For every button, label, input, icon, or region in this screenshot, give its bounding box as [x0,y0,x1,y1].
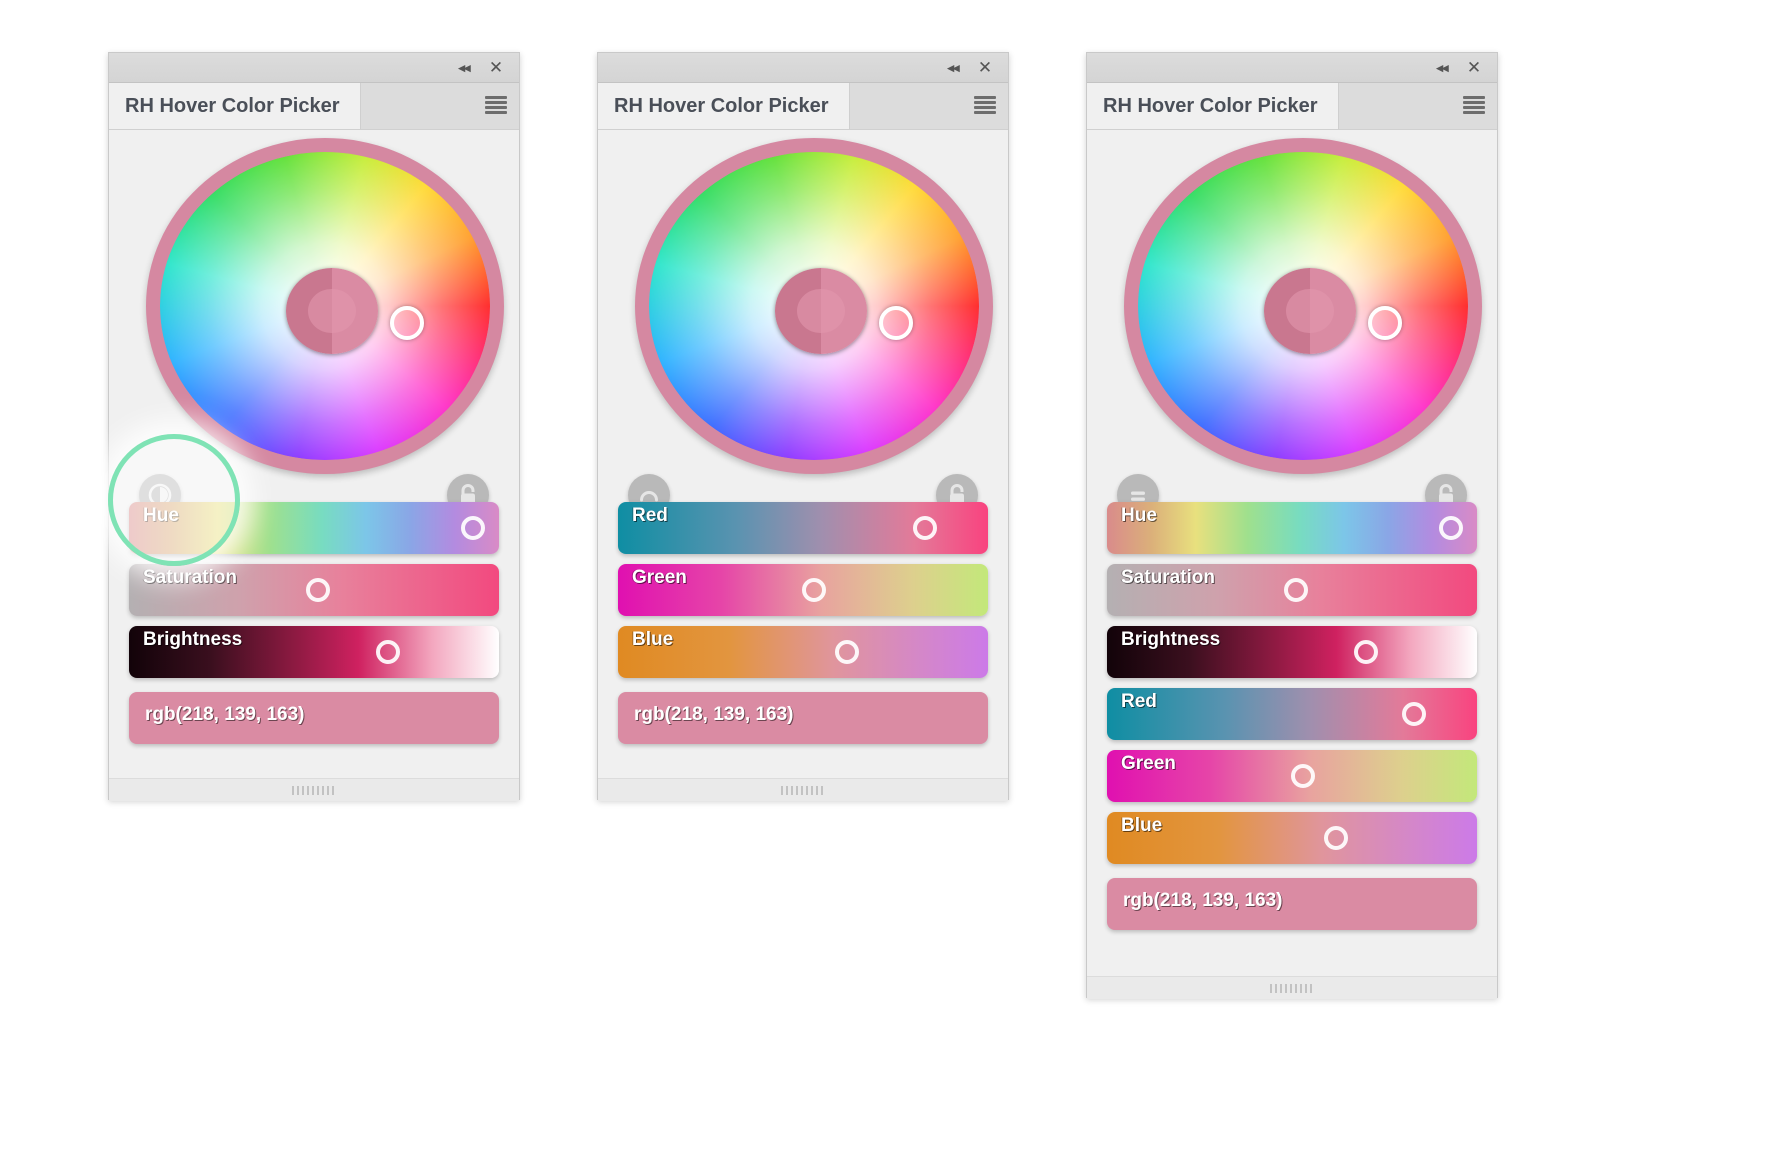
screenshot-stage: ◂◂ ✕ RH Hover Color Picker Saturation Br… [0,0,1778,1164]
panel-rgb-tabstrip: RH Hover Color Picker [598,83,1008,130]
panel-all[interactable]: ◂◂ ✕ RH Hover Color Picker Hue Saturatio… [1086,52,1498,999]
rgb-value-text: rgb(218, 139, 163) [1123,890,1283,911]
collapse-icon[interactable]: ◂◂ [938,53,968,82]
panel-menu-icon[interactable] [1463,96,1485,114]
slider-label: Green [1121,753,1176,774]
collapse-icon[interactable]: ◂◂ [449,53,479,82]
slider-red[interactable]: Red [1107,688,1477,740]
current-color-swatch[interactable] [775,268,867,354]
slider-label: Saturation [1121,567,1215,588]
swatch-inner-circle [308,288,356,334]
slider-knob[interactable] [1439,516,1464,540]
color-wheel-cursor[interactable] [879,306,913,340]
close-icon[interactable]: ✕ [481,53,511,82]
slider-label: Saturation [143,567,237,588]
rgb-value-field[interactable]: rgb(218, 139, 163) [1107,878,1477,930]
slider-knob[interactable] [1283,578,1308,602]
rgb-value-field[interactable]: rgb(218, 139, 163) [129,692,499,744]
color-wheel[interactable] [128,130,504,474]
slider-hue[interactable]: Hue [1107,502,1477,554]
color-wheel[interactable] [1106,130,1482,474]
slider-knob[interactable] [802,578,827,602]
tab-rh-hover-color-picker[interactable]: RH Hover Color Picker [1087,83,1339,129]
tab-rh-hover-color-picker[interactable]: RH Hover Color Picker [109,83,361,129]
swatch-inner-circle [1286,288,1334,334]
tab-label: RH Hover Color Picker [125,94,340,117]
color-wheel-cursor[interactable] [1368,306,1402,340]
resize-grip[interactable] [292,785,336,795]
slider-blue[interactable]: Blue [1107,812,1477,864]
panel-all-tabstrip: RH Hover Color Picker [1087,83,1497,130]
panel-all-titlebar[interactable]: ◂◂ ✕ [1087,53,1497,83]
slider-knob[interactable] [461,516,486,540]
slider-label: Red [632,505,668,526]
slider-label: Red [1121,691,1157,712]
slider-brightness[interactable]: Brightness [129,626,499,678]
slider-label: Blue [1121,815,1163,836]
color-wheel[interactable] [617,130,993,474]
resize-grip-bar[interactable] [598,778,1008,801]
slider-knob[interactable] [1402,702,1427,726]
slider-label: Blue [632,629,674,650]
resize-grip[interactable] [1270,983,1314,993]
all-slider-group: Hue Saturation Brightness Red Green Blue… [1107,502,1477,930]
panel-all-body: Hue Saturation Brightness Red Green Blue… [1087,130,1497,999]
slider-saturation[interactable]: Saturation [1107,564,1477,616]
resize-grip[interactable] [781,785,825,795]
close-icon[interactable]: ✕ [1459,53,1489,82]
panel-hsb-titlebar[interactable]: ◂◂ ✕ [109,53,519,83]
color-wheel-cursor[interactable] [390,306,424,340]
slider-green[interactable]: Green [618,564,988,616]
rgb-slider-group: Red Green Blue rgb(218, 139, 163) [618,502,988,744]
slider-knob[interactable] [1324,826,1349,850]
panel-menu-icon[interactable] [485,96,507,114]
panel-rgb-titlebar[interactable]: ◂◂ ✕ [598,53,1008,83]
slider-red[interactable]: Red [618,502,988,554]
current-color-swatch[interactable] [286,268,378,354]
tab-label: RH Hover Color Picker [1103,94,1318,117]
panel-hsb[interactable]: ◂◂ ✕ RH Hover Color Picker Saturation Br… [108,52,520,801]
close-icon[interactable]: ✕ [970,53,1000,82]
slider-blue[interactable]: Blue [618,626,988,678]
slider-label: Hue [1121,505,1157,526]
swatch-inner-circle [797,288,845,334]
panel-menu-icon[interactable] [974,96,996,114]
rgb-value-text: rgb(218, 139, 163) [145,704,305,725]
slider-label: Green [632,567,687,588]
collapse-icon[interactable]: ◂◂ [1427,53,1457,82]
slider-label: Brightness [1121,629,1221,650]
slider-knob[interactable] [305,578,330,602]
slider-knob[interactable] [376,640,400,664]
slider-knob[interactable] [835,640,860,664]
slider-label: Brightness [143,629,243,650]
tab-label: RH Hover Color Picker [614,94,829,117]
slider-saturation[interactable]: Saturation [129,564,499,616]
rgb-value-text: rgb(218, 139, 163) [634,704,794,725]
current-color-swatch[interactable] [1264,268,1356,354]
slider-knob[interactable] [1291,764,1316,788]
tab-rh-hover-color-picker[interactable]: RH Hover Color Picker [598,83,850,129]
resize-grip-bar[interactable] [109,778,519,801]
slider-knob[interactable] [1354,640,1378,664]
highlight-annotation-ring [108,434,240,566]
panel-rgb[interactable]: ◂◂ ✕ RH Hover Color Picker Red Green Blu… [597,52,1009,801]
slider-knob[interactable] [913,516,938,540]
slider-brightness[interactable]: Brightness [1107,626,1477,678]
rgb-value-field[interactable]: rgb(218, 139, 163) [618,692,988,744]
resize-grip-bar[interactable] [1087,976,1497,999]
panel-hsb-tabstrip: RH Hover Color Picker [109,83,519,130]
slider-green[interactable]: Green [1107,750,1477,802]
panel-rgb-body: Red Green Blue rgb(218, 139, 163) [598,130,1008,801]
